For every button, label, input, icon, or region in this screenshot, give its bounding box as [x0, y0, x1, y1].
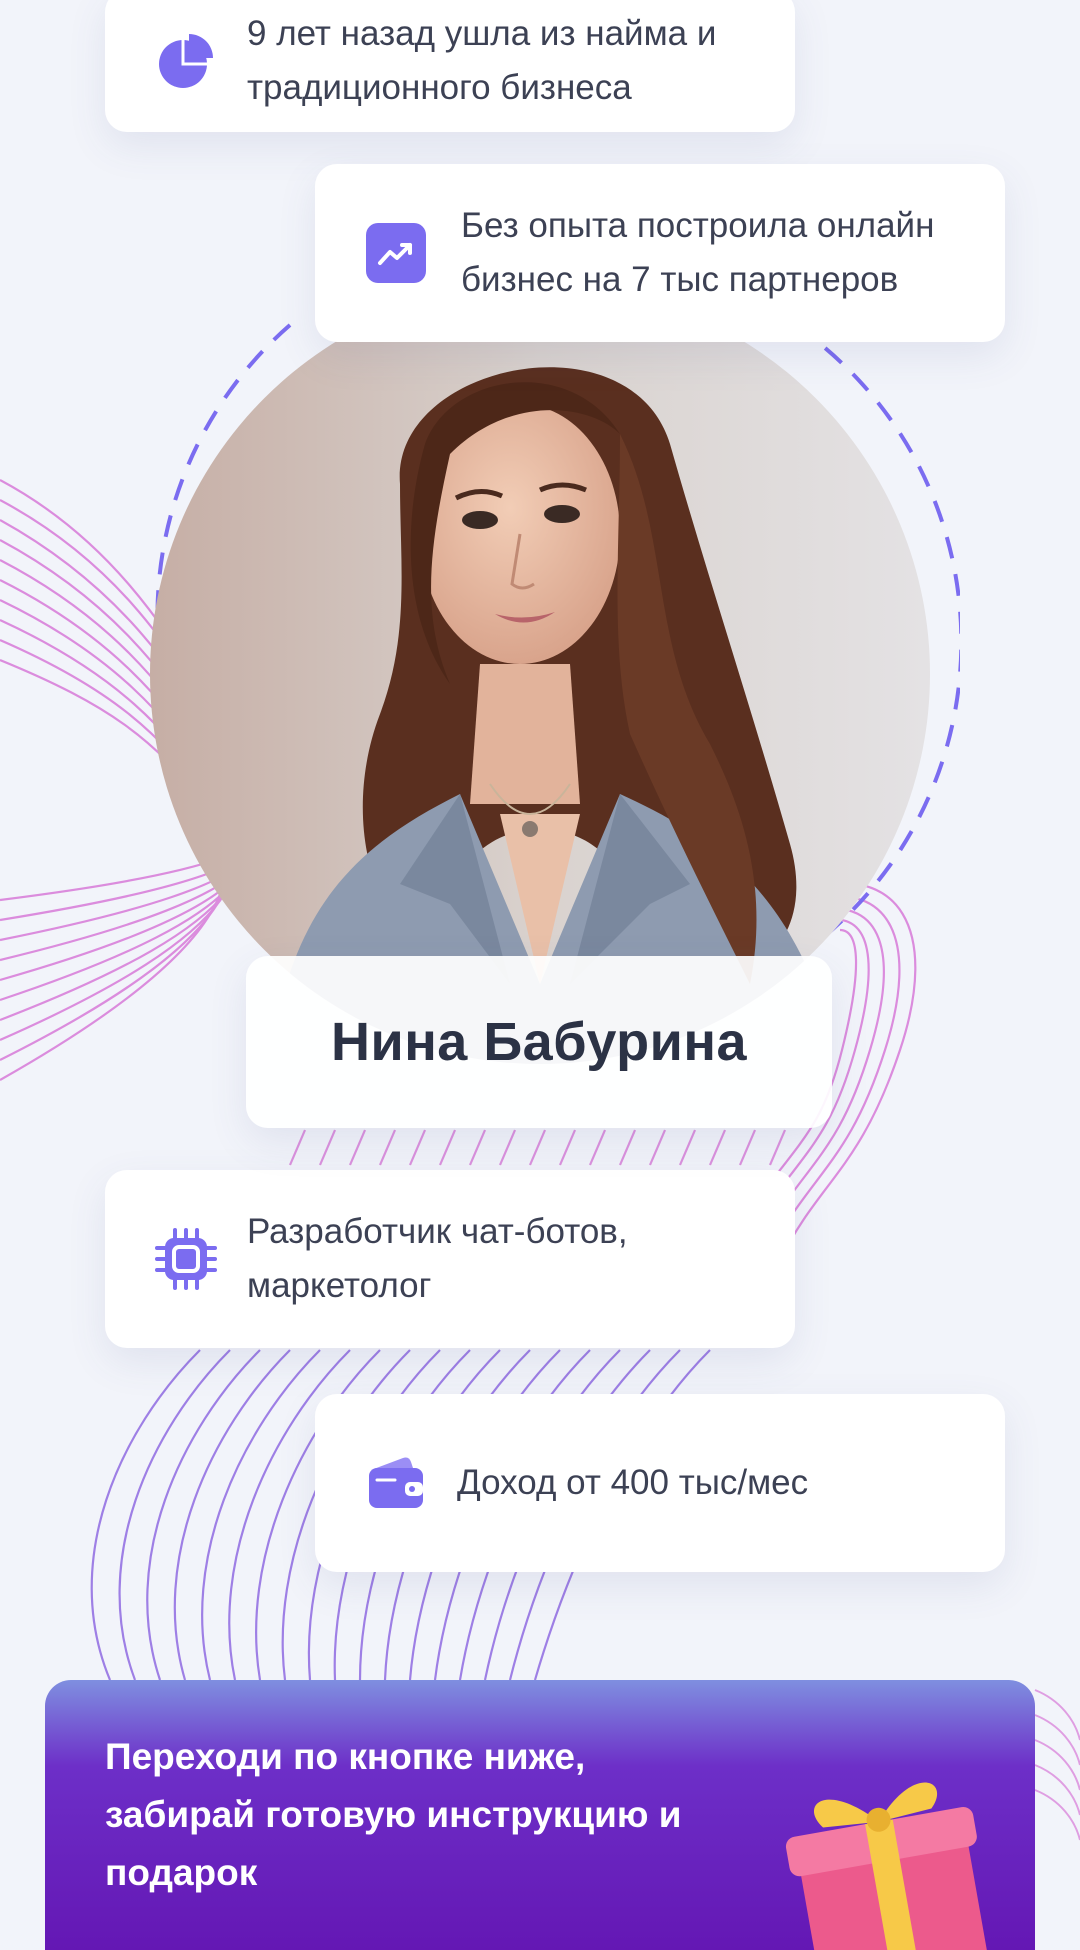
wallet-icon — [365, 1452, 427, 1514]
fact-text: 9 лет назад ушла из найма и традиционног… — [247, 14, 717, 107]
fact-card-profession: Разработчик чат-ботов, маркетолог — [105, 1170, 795, 1348]
profile-photo — [150, 284, 930, 1064]
fact-text: Доход от 400 тыс/мес — [457, 1463, 809, 1502]
trending-up-icon — [365, 222, 427, 284]
gift-icon — [785, 1782, 988, 1950]
profile-name: Нина Бабурина — [331, 1012, 747, 1072]
fact-text: Разработчик чат-ботов, маркетолог — [247, 1212, 628, 1305]
fact-text: Без опыта построила онлайн бизнес на 7 т… — [461, 206, 935, 299]
cta-banner[interactable]: Переходи по кнопке ниже, забирай готовую… — [45, 1680, 1035, 1950]
pie-chart-icon — [155, 30, 217, 92]
fact-card-business: Без опыта построила онлайн бизнес на 7 т… — [315, 164, 1005, 342]
chip-icon — [155, 1228, 217, 1290]
cta-text: Переходи по кнопке ниже, забирай готовую… — [105, 1736, 682, 1893]
fact-card-career: 9 лет назад ушла из найма и традиционног… — [105, 0, 795, 132]
profile-name-card: Нина Бабурина — [246, 956, 832, 1128]
fact-card-income: Доход от 400 тыс/мес — [315, 1394, 1005, 1572]
